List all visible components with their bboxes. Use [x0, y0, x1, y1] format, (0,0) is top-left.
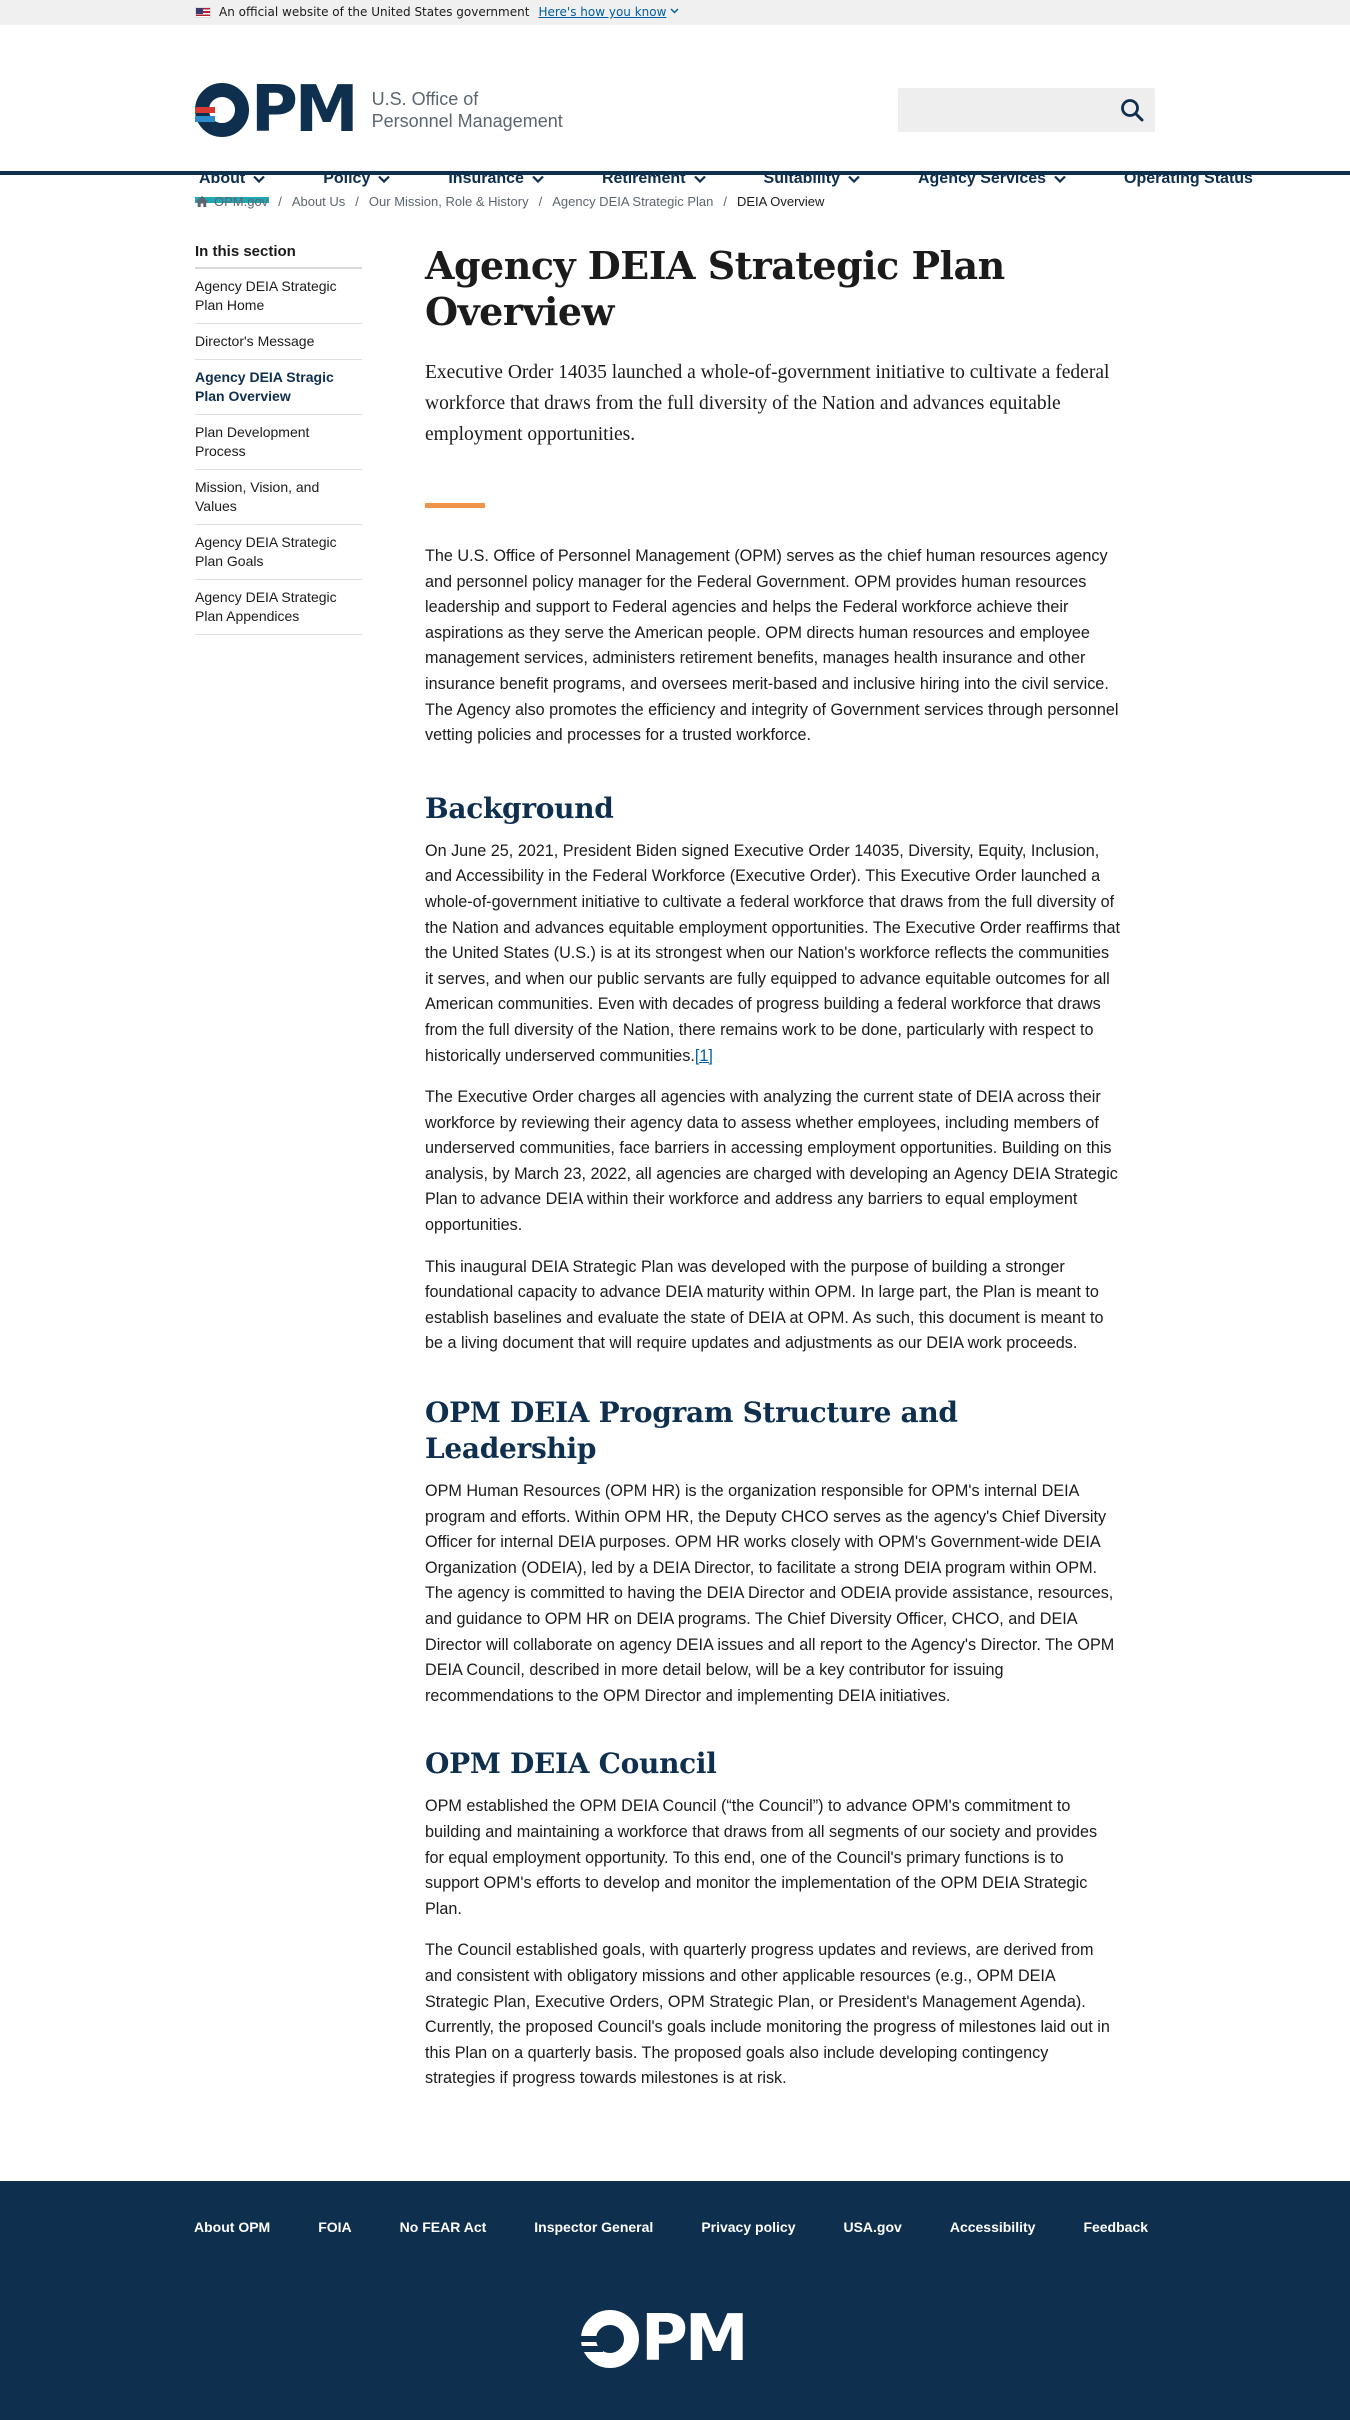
chevron-down-icon — [532, 175, 544, 183]
background-paragraph-1-text: On June 25, 2021, President Biden signed… — [425, 841, 1120, 1065]
background-paragraph-2: The Executive Order charges all agencies… — [425, 1088, 1118, 1235]
footer-link-accessibility[interactable]: Accessibility — [950, 2219, 1036, 2235]
nav-insurance[interactable]: Insurance — [444, 162, 548, 192]
gov-banner-text: An official website of the United States… — [219, 5, 530, 19]
opm-logo-letters: PM — [251, 73, 359, 147]
background-paragraph-1: On June 25, 2021, President Biden signed… — [425, 839, 1120, 1069]
footer-link-about-opm[interactable]: About OPM — [194, 2219, 270, 2235]
sidebar-item-plan-appendices[interactable]: Agency DEIA Strategic Plan Appendices — [195, 580, 362, 635]
accent-divider — [425, 503, 485, 508]
section-sidebar: In this section Agency DEIA Strategic Pl… — [195, 243, 362, 635]
chevron-down-icon — [253, 175, 265, 183]
nav-agency-services[interactable]: Agency Services — [914, 162, 1070, 192]
heres-how-you-know-link[interactable]: Here's how you know — [538, 5, 666, 19]
logo-line-1: U.S. Office of — [371, 89, 479, 109]
footer-links: About OPM FOIA No FEAR Act Inspector Gen… — [194, 2219, 1148, 2235]
council-paragraph-2: The Council established goals, with quar… — [425, 1941, 1110, 2088]
breadcrumb-mission[interactable]: Our Mission, Role & History — [369, 194, 529, 209]
lead-paragraph: Executive Order 14035 launched a whole-o… — [425, 362, 1110, 445]
footer-link-feedback[interactable]: Feedback — [1083, 2219, 1148, 2235]
nav-insurance-label: Insurance — [448, 170, 524, 187]
background-heading: Background — [425, 791, 614, 825]
search-box — [898, 88, 1155, 132]
council-heading: OPM DEIA Council — [425, 1747, 717, 1781]
breadcrumb: OPM.gov / About Us / Our Mission, Role &… — [195, 194, 824, 209]
breadcrumb-opm-gov[interactable]: OPM.gov — [214, 194, 268, 209]
breadcrumb-deia-plan[interactable]: Agency DEIA Strategic Plan — [552, 194, 713, 209]
opm-logo[interactable]: PM U.S. Office of Personnel Management — [195, 78, 563, 142]
us-flag-icon — [195, 6, 211, 18]
footer-logo-o-icon — [581, 2310, 639, 2368]
nav-suitability[interactable]: Suitability — [760, 162, 864, 192]
breadcrumb-separator: / — [723, 194, 727, 209]
structure-paragraph-1: OPM Human Resources (OPM HR) is the orga… — [425, 1482, 1115, 1705]
breadcrumb-separator: / — [278, 194, 282, 209]
structure-heading: OPM DEIA Program Structure and Leadershi… — [425, 1396, 958, 1466]
main-content: Agency DEIA Strategic Plan Overview Exec… — [425, 243, 1120, 2092]
breadcrumb-about-us[interactable]: About Us — [292, 194, 345, 209]
nav-agency-services-label: Agency Services — [917, 170, 1047, 187]
background-paragraph-3: This inaugural DEIA Strategic Plan was d… — [425, 1257, 1104, 1353]
sidebar-item-mission-vision[interactable]: Mission, Vision, and Values — [195, 470, 362, 525]
footer-link-privacy-policy[interactable]: Privacy policy — [701, 2219, 795, 2235]
footer-link-usa-gov[interactable]: USA.gov — [843, 2219, 901, 2235]
nav-operating-status[interactable]: Operating Status — [1120, 162, 1257, 192]
sidebar-title: In this section — [195, 243, 362, 269]
footer-link-foia[interactable]: FOIA — [318, 2219, 351, 2235]
breadcrumb-separator: / — [355, 194, 359, 209]
sidebar-item-plan-home[interactable]: Agency DEIA Strategic Plan Home — [195, 269, 362, 324]
nav-retirement-label: Retirement — [601, 170, 686, 187]
nav-retirement[interactable]: Retirement — [598, 162, 710, 192]
footer-logo-letters: PM — [641, 2302, 749, 2376]
chevron-down-icon — [848, 175, 860, 183]
sidebar-item-directors-message[interactable]: Director's Message — [195, 324, 362, 360]
main-nav: About Policy Insurance Retirement Suitab… — [195, 162, 1257, 203]
nav-suitability-label: Suitability — [763, 170, 840, 187]
nav-operating-status-label: Operating Status — [1124, 170, 1253, 187]
opm-logo-mark: PM — [195, 73, 359, 147]
footnote-link[interactable]: [1] — [695, 1047, 713, 1065]
nav-policy[interactable]: Policy — [319, 162, 394, 192]
page-title: Agency DEIA Strategic Plan Overview — [425, 243, 1005, 334]
chevron-down-icon — [1054, 175, 1066, 183]
sidebar-item-plan-overview[interactable]: Agency DEIA Stragic Plan Overview — [195, 360, 362, 415]
site-footer: About OPM FOIA No FEAR Act Inspector Gen… — [0, 2181, 1350, 2420]
logo-line-2: Personnel Management — [371, 111, 563, 131]
chevron-down-icon — [693, 175, 706, 183]
sidebar-item-plan-development[interactable]: Plan Development Process — [195, 415, 362, 470]
chevron-down-icon[interactable] — [670, 7, 679, 17]
chevron-down-icon — [378, 175, 391, 183]
opm-logo-text: U.S. Office of Personnel Management — [372, 88, 563, 132]
home-icon — [196, 196, 208, 207]
sidebar-item-plan-goals[interactable]: Agency DEIA Strategic Plan Goals — [195, 525, 362, 580]
council-paragraph-1: OPM established the OPM DEIA Council (“t… — [425, 1797, 1098, 1918]
footer-opm-logo[interactable]: PM — [581, 2302, 749, 2376]
nav-policy-label: Policy — [323, 170, 371, 187]
breadcrumb-current: DEIA Overview — [736, 194, 825, 209]
footer-link-no-fear-act[interactable]: No FEAR Act — [400, 2219, 487, 2235]
gov-banner: An official website of the United States… — [0, 0, 1350, 25]
footer-link-inspector-general[interactable]: Inspector General — [534, 2219, 653, 2235]
opm-logo-o-icon — [195, 83, 249, 137]
site-header: PM U.S. Office of Personnel Management A… — [0, 25, 1350, 203]
intro-paragraph: The U.S. Office of Personnel Management … — [425, 547, 1119, 745]
nav-about-label: About — [199, 170, 246, 187]
search-icon[interactable] — [1119, 97, 1145, 123]
breadcrumb-separator: / — [538, 194, 543, 209]
nav-about[interactable]: About — [195, 162, 270, 203]
search-input[interactable] — [898, 88, 1098, 132]
